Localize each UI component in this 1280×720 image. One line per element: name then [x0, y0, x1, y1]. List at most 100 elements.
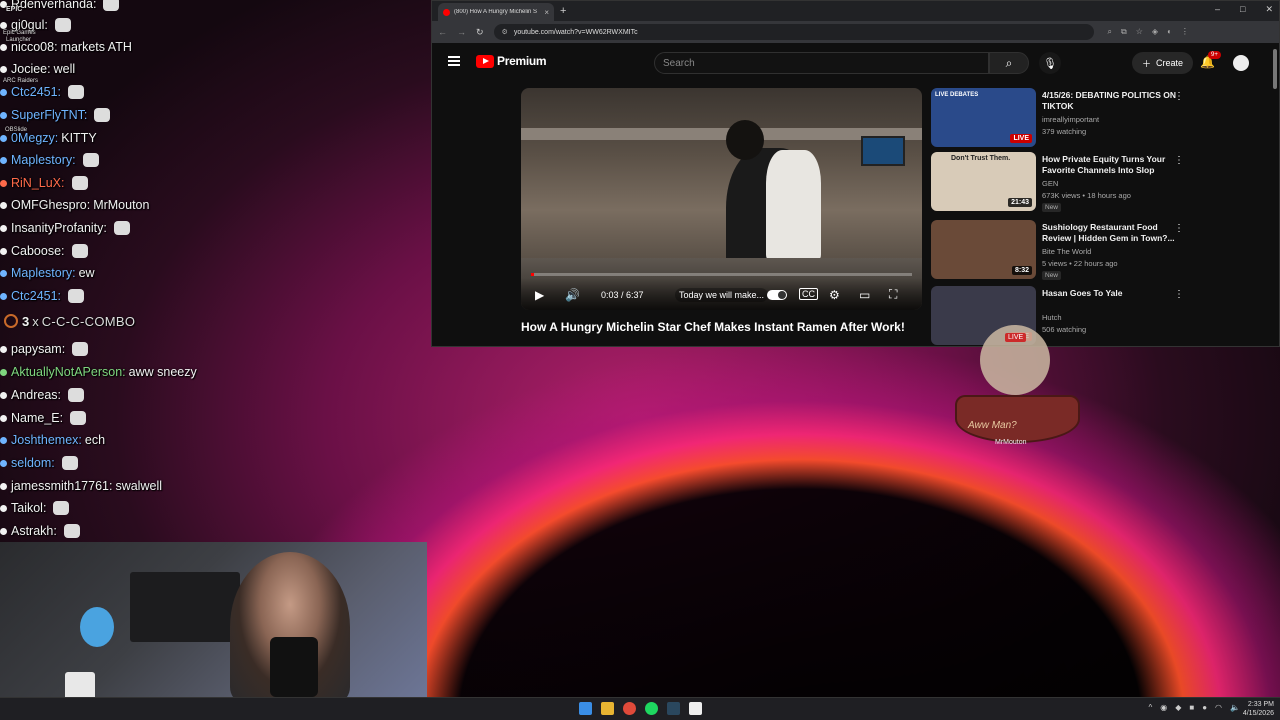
video-thumbnail[interactable]: 8:32 — [931, 220, 1036, 279]
volume-tray-icon[interactable]: 🔈 — [1230, 703, 1240, 712]
tab-close-icon[interactable]: × — [544, 8, 549, 17]
file-explorer-icon[interactable] — [601, 702, 614, 715]
forward-icon[interactable]: → — [457, 27, 466, 37]
steam-icon[interactable] — [667, 702, 680, 715]
new-badge: New — [1042, 271, 1062, 280]
chat-username[interactable]: RiN_LuX: — [11, 176, 65, 190]
install-icon[interactable]: ⧉ — [1121, 27, 1127, 37]
rec-title[interactable]: 4/15/26: DEBATING POLITICS ON TIKTOK — [1042, 90, 1182, 112]
chat-username[interactable]: Astrakh: — [11, 524, 57, 538]
create-button[interactable]: ＋ Create — [1132, 52, 1194, 74]
rec-title[interactable]: How Private Equity Turns Your Favorite C… — [1042, 154, 1182, 176]
back-icon[interactable]: ← — [438, 27, 447, 37]
chat-username[interactable]: Maplestory: — [11, 266, 76, 280]
scrollbar[interactable] — [1273, 49, 1277, 89]
fullscreen-icon[interactable]: ⛶ — [889, 287, 897, 302]
progress-fill — [531, 273, 535, 276]
video-player[interactable]: ▶ 🔊 0:03 / 6:37 Today we will make... CC… — [521, 88, 922, 310]
chat-username[interactable]: 0Megzy: — [11, 131, 58, 145]
voice-search-button[interactable]: 🎙 — [1039, 52, 1061, 74]
theater-mode-icon[interactable]: ▭ — [859, 288, 870, 302]
spotify-icon[interactable] — [645, 702, 658, 715]
chat-username[interactable]: Maplestory: — [11, 153, 76, 167]
url-input[interactable]: ⚙ youtube.com/watch?v=WW62RWXMITc — [493, 24, 1094, 40]
chat-username[interactable]: Rdenverhanda: — [11, 0, 96, 11]
chat-username[interactable]: OMFGhespro: — [11, 198, 90, 212]
more-options-icon[interactable]: ⋮ — [1174, 223, 1184, 234]
volume-icon[interactable]: 🔊 — [565, 288, 580, 302]
chat-username[interactable]: Ctc2451: — [11, 85, 61, 99]
extensions-icon[interactable]: ◈ — [1152, 27, 1158, 37]
rec-meta: 379 watching — [1042, 127, 1087, 136]
chat-username[interactable]: Caboose: — [11, 244, 65, 258]
chat-username[interactable]: SuperFlyTNT: — [11, 108, 87, 122]
chat-username[interactable]: Taikol: — [11, 501, 46, 515]
menu-dots-icon[interactable]: ⋮ — [1181, 27, 1189, 37]
tray-chevron-icon[interactable]: ^ — [1148, 703, 1152, 712]
bookmark-star-icon[interactable]: ☆ — [1136, 27, 1143, 37]
profile-icon[interactable]: ◐ — [1167, 27, 1172, 37]
maximize-button[interactable]: □ — [1240, 4, 1245, 15]
hamburger-menu-icon[interactable] — [448, 56, 460, 66]
system-clock[interactable]: 2:33 PM 4/15/2026 — [1243, 700, 1274, 718]
chat-username[interactable]: Jociee: — [11, 62, 51, 76]
search-button[interactable]: ⌕ — [989, 52, 1029, 74]
epic-games-icon-label[interactable]: EPIC — [6, 6, 22, 13]
youtube-logo[interactable]: Premium — [476, 54, 547, 68]
video-thumbnail[interactable]: LIVE LIVE DEBATES — [931, 88, 1036, 147]
start-menu-icon[interactable] — [579, 702, 592, 715]
avatar[interactable] — [1233, 55, 1249, 71]
chat-username[interactable]: Joshthemex: — [11, 433, 82, 447]
more-options-icon[interactable]: ⋮ — [1174, 289, 1184, 300]
more-options-icon[interactable]: ⋮ — [1174, 155, 1184, 166]
settings-gear-icon[interactable]: ⚙ — [829, 288, 840, 302]
play-icon[interactable]: ▶ — [535, 288, 544, 302]
captions-icon[interactable]: CC — [799, 288, 818, 300]
chat-badge-icon — [0, 459, 7, 467]
chat-username[interactable]: Name_E: — [11, 411, 63, 425]
rec-title[interactable]: Sushiology Restaurant Food Review | Hidd… — [1042, 222, 1182, 244]
chat-username[interactable]: jamessmith17761: — [11, 479, 112, 493]
chapter-label[interactable]: Today we will make... — [675, 288, 769, 302]
site-info-icon[interactable]: ⚙ — [502, 28, 508, 36]
new-tab-button[interactable]: + — [560, 5, 566, 17]
rec-channel[interactable]: Bite The World — [1042, 247, 1091, 256]
rec-title[interactable]: Hasan Goes To Yale — [1042, 288, 1182, 299]
obs-icon[interactable] — [689, 702, 702, 715]
minimize-button[interactable]: – — [1215, 4, 1220, 15]
tray-app-icon[interactable]: ◉ — [1160, 703, 1167, 712]
recommended-video[interactable]: 8:32 Sushiology Restaurant Food Review | … — [931, 220, 1231, 280]
epic-games-label[interactable]: Epic Games — [3, 30, 36, 36]
search-input[interactable]: Search — [654, 52, 989, 74]
video-thumbnail[interactable]: 21:43 Don't Trust Them. — [931, 152, 1036, 211]
chat-emote-icon — [71, 244, 88, 258]
tab-youtube[interactable]: (800) How A Hungry Michelin S × — [438, 3, 554, 21]
recommended-video[interactable]: 21:43 Don't Trust Them. How Private Equity… — [931, 152, 1231, 212]
reload-icon[interactable]: ↻ — [476, 27, 484, 38]
close-window-button[interactable]: ✕ — [1265, 4, 1273, 15]
chat-username[interactable]: seldom: — [11, 456, 55, 470]
chat-emote-icon — [72, 342, 89, 356]
zoom-icon[interactable]: ⌕ — [1108, 27, 1112, 37]
tray-app-icon-2[interactable]: ◆ — [1175, 703, 1181, 712]
chat-username[interactable]: papysam: — [11, 342, 65, 356]
tray-app-icon-4[interactable]: ● — [1202, 703, 1207, 712]
chrome-icon[interactable] — [623, 702, 636, 715]
chat-username[interactable]: InsanityProfanity: — [11, 221, 107, 235]
network-icon[interactable]: ◠ — [1215, 703, 1222, 712]
arc-raiders-label[interactable]: ARC Raiders — [3, 78, 38, 84]
progress-bar[interactable] — [531, 273, 912, 276]
rec-channel[interactable]: Hutch — [1042, 313, 1062, 322]
more-options-icon[interactable]: ⋮ — [1174, 91, 1184, 102]
obs-label[interactable]: OBSlide — [5, 127, 27, 133]
chat-username[interactable]: Andreas: — [11, 388, 61, 402]
rec-channel[interactable]: imreallyimportant — [1042, 115, 1099, 124]
epic-games-label-2[interactable]: Launcher — [6, 37, 31, 43]
chat-username[interactable]: Ctc2451: — [11, 289, 61, 303]
tray-app-icon-3[interactable]: ■ — [1189, 703, 1194, 712]
recommended-video[interactable]: LIVE LIVE DEBATES 4/15/26: DEBATING POLITI… — [931, 88, 1231, 148]
combo-emote-icon — [4, 314, 18, 328]
chat-username[interactable]: AktuallyNotAPerson: — [11, 365, 126, 379]
autoplay-toggle[interactable] — [767, 290, 787, 300]
rec-channel[interactable]: GEN — [1042, 179, 1058, 188]
